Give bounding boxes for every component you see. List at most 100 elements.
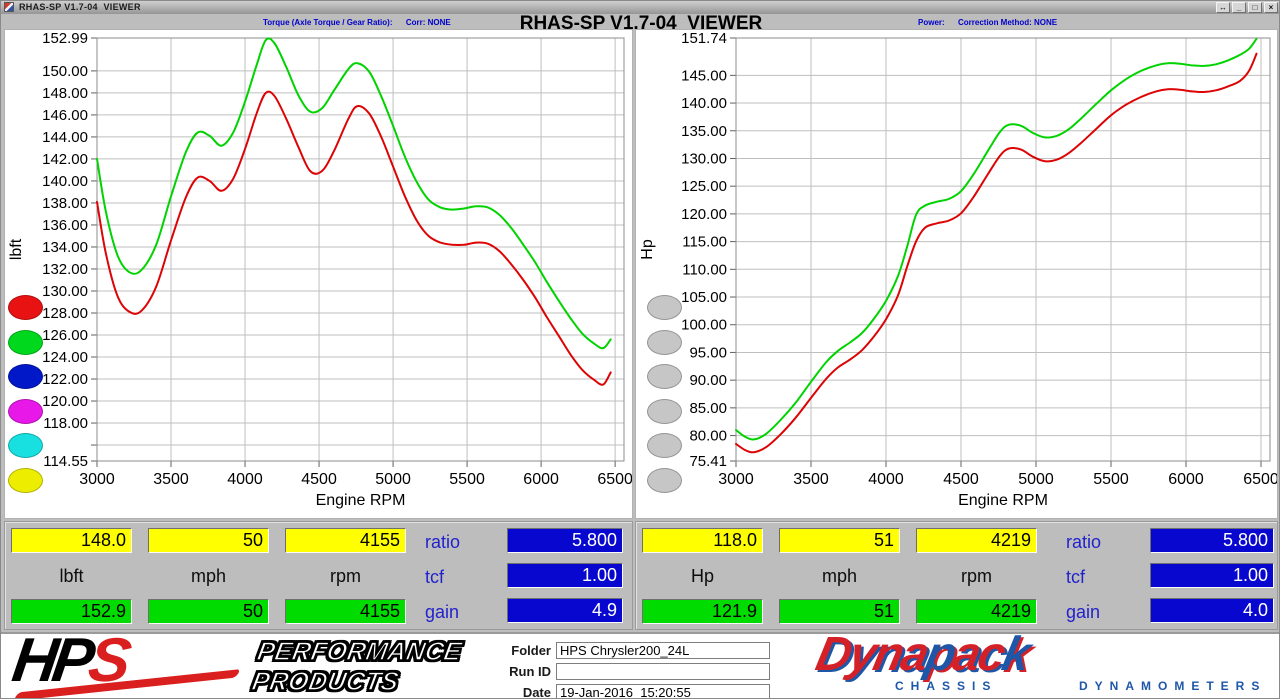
power-readout-panel: 118.0 51 4219 ratio 5.800 Hp mph rpm tcf… [635, 521, 1278, 630]
svg-text:114.55: 114.55 [43, 453, 88, 470]
torque-measured-red-curve [96, 90, 612, 386]
power-run-value-field[interactable]: 121.9 [642, 599, 763, 624]
folder-input[interactable] [556, 642, 770, 659]
svg-text:124.00: 124.00 [42, 349, 88, 366]
svg-text:4000: 4000 [227, 471, 263, 488]
torque-chart-panel[interactable]: 152.99 150.00 148.00 146.00 144.00 142.00 140.… [4, 29, 633, 519]
date-label: Date [522, 685, 551, 699]
svg-text:146.00: 146.00 [42, 107, 88, 124]
header-strip: RHAS-SP V1.7-04 VIEWER Torque (Axle Torq… [1, 14, 1279, 29]
power-unit-label: Hp [690, 566, 714, 586]
dynapack-logo: Dynapack CHASSIS DYNAMOMETERS [811, 628, 1277, 698]
power-cursor-rpm-field[interactable]: 4219 [916, 528, 1037, 553]
svg-text:120.00: 120.00 [681, 206, 727, 223]
hps-tagline-line2: PRODUCTS [249, 665, 402, 697]
app-icon [4, 2, 14, 12]
svg-text:100.00: 100.00 [681, 317, 727, 334]
run-meta-fields: Folder Run ID Date [499, 642, 770, 699]
torque-run-rpm-field[interactable]: 4155 [285, 599, 406, 624]
dynapack-dynamometers-label: DYNAMOMETERS [1079, 679, 1267, 693]
svg-text:6000: 6000 [1168, 471, 1204, 488]
svg-text:80.00: 80.00 [689, 428, 727, 445]
svg-text:Engine RPM: Engine RPM [316, 492, 406, 509]
viewer-window: RHAS-SP V1.7-04 VIEWER ↔ _ □ × RHAS-SP V… [0, 0, 1280, 699]
svg-text:Hp: Hp [639, 239, 656, 260]
restore-button[interactable]: □ [1248, 2, 1262, 13]
svg-text:148.00: 148.00 [42, 85, 88, 102]
svg-text:136.00: 136.00 [42, 217, 88, 234]
svg-text:5500: 5500 [449, 471, 485, 488]
tcf-field[interactable]: 1.00 [507, 563, 623, 588]
svg-text:120.00: 120.00 [42, 393, 88, 410]
torque-run-value-field[interactable]: 152.9 [11, 599, 132, 624]
torque-chart-caption: Torque (Axle Torque / Gear Ratio): Corr:… [263, 18, 451, 27]
date-input[interactable] [556, 684, 770, 698]
power-corrected-green-curve [735, 37, 1258, 441]
svg-text:85.00: 85.00 [689, 400, 727, 417]
page-title: RHAS-SP V1.7-04 VIEWER [519, 14, 763, 29]
ratio-field[interactable]: 5.800 [1150, 528, 1274, 553]
gain-field[interactable]: 4.9 [507, 598, 623, 623]
power-measured-red-curve [735, 52, 1258, 454]
torque-cursor-value-field[interactable]: 148.0 [11, 528, 132, 553]
title-bar: RHAS-SP V1.7-04 VIEWER ↔ _ □ × [1, 1, 1279, 14]
svg-text:135.00: 135.00 [681, 123, 727, 140]
svg-text:132.00: 132.00 [42, 261, 88, 278]
svg-text:151.74: 151.74 [681, 30, 727, 47]
svg-text:145.00: 145.00 [681, 67, 727, 84]
ratio-field[interactable]: 5.800 [507, 528, 623, 553]
svg-text:4500: 4500 [301, 471, 337, 488]
svg-text:130.00: 130.00 [681, 150, 727, 167]
svg-text:142.00: 142.00 [42, 151, 88, 168]
torque-unit-label: lbft [59, 566, 84, 586]
power-cursor-value-field[interactable]: 118.0 [642, 528, 763, 553]
dynapack-chassis-label: CHASSIS [895, 679, 998, 693]
torque-run-mph-field[interactable]: 50 [148, 599, 269, 624]
torque-cursor-mph-field[interactable]: 50 [148, 528, 269, 553]
svg-text:5000: 5000 [1018, 471, 1054, 488]
power-run-rpm-field[interactable]: 4219 [916, 599, 1037, 624]
close-button[interactable]: × [1264, 2, 1278, 13]
svg-text:6500: 6500 [1243, 471, 1277, 488]
svg-text:90.00: 90.00 [689, 372, 727, 389]
torque-chart-plot[interactable]: 152.99 150.00 148.00 146.00 144.00 142.00 140.… [5, 30, 632, 518]
svg-text:125.00: 125.00 [681, 178, 727, 195]
svg-text:6000: 6000 [523, 471, 559, 488]
svg-text:4000: 4000 [868, 471, 904, 488]
svg-text:140.00: 140.00 [42, 173, 88, 190]
torque-readout-panel: 148.0 50 4155 ratio 5.800 lbft mph rpm t… [4, 521, 633, 630]
tcf-field[interactable]: 1.00 [1150, 563, 1274, 588]
tcf-label: tcf [1066, 567, 1086, 587]
svg-text:lbft: lbft [8, 238, 25, 260]
window-controls: ↔ _ □ × [1216, 2, 1278, 13]
gain-label: gain [1066, 602, 1101, 622]
power-chart-panel[interactable]: 151.74 145.00 140.00 135.00 130.00 125.00 120.… [635, 29, 1278, 519]
torque-corrected-green-curve [96, 37, 612, 350]
svg-text:140.00: 140.00 [681, 95, 727, 112]
ratio-label: ratio [1066, 532, 1102, 552]
svg-text:95.00: 95.00 [689, 344, 727, 361]
tcf-label: tcf [425, 567, 445, 587]
svg-text:115.00: 115.00 [682, 234, 727, 251]
power-cursor-mph-field[interactable]: 51 [779, 528, 900, 553]
power-run-mph-field[interactable]: 51 [779, 599, 900, 624]
resize-button[interactable]: ↔ [1216, 2, 1230, 13]
window-title: RHAS-SP V1.7-04 VIEWER [19, 2, 141, 12]
svg-text:3500: 3500 [153, 471, 189, 488]
footer: HPS PERFORMANCE PRODUCTS Folder Run ID D… [1, 626, 1279, 699]
dynapack-wordmark: Dynapack [811, 628, 1033, 681]
torque-cursor-rpm-field[interactable]: 4155 [285, 528, 406, 553]
svg-text:5500: 5500 [1093, 471, 1129, 488]
svg-text:5000: 5000 [375, 471, 411, 488]
svg-text:4500: 4500 [943, 471, 979, 488]
svg-text:118.00: 118.00 [43, 415, 88, 432]
svg-text:Engine RPM: Engine RPM [958, 492, 1048, 509]
svg-text:128.00: 128.00 [42, 305, 88, 322]
hps-logo-hp: HP [8, 626, 95, 695]
svg-text:144.00: 144.00 [42, 129, 88, 146]
svg-text:3500: 3500 [793, 471, 829, 488]
power-chart-plot[interactable]: 151.74 145.00 140.00 135.00 130.00 125.00 120.… [636, 30, 1277, 518]
gain-field[interactable]: 4.0 [1150, 598, 1274, 623]
run-id-input[interactable] [556, 663, 770, 680]
minimize-button[interactable]: _ [1232, 2, 1246, 13]
